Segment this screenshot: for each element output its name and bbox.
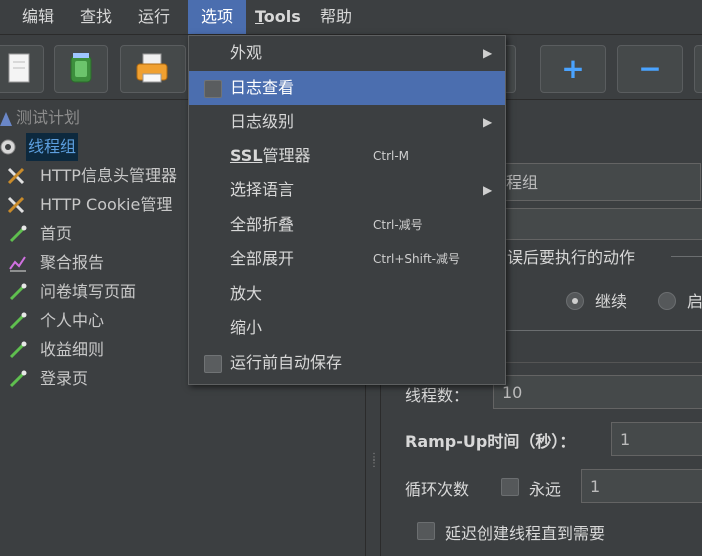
menu-item-choose-language[interactable]: 选择语言 ▶ [189, 173, 505, 207]
menu-item-expand-all[interactable]: 全部展开 Ctrl+Shift-减号 [189, 242, 505, 276]
rampup-value: 1 [620, 430, 631, 449]
expand-all-button[interactable]: + [540, 45, 606, 93]
delay-thread-creation-checkbox[interactable] [417, 522, 435, 540]
submenu-arrow-icon: ▶ [483, 46, 493, 60]
tree-item-label: HTTP Cookie管理 [40, 195, 173, 214]
tree-item-label: 线程组 [26, 133, 79, 161]
continue-radio[interactable] [566, 292, 584, 310]
menu-run[interactable]: 运行 [138, 0, 170, 34]
error-action-label: 误后要执行的动作 [507, 248, 636, 267]
tree-item-label: 首页 [40, 224, 73, 243]
submenu-arrow-icon: ▶ [483, 115, 493, 129]
toolbar-button-partial-right[interactable] [694, 45, 702, 93]
tree-item-label: 测试计划 [16, 108, 81, 127]
menu-search[interactable]: 查找 [80, 0, 112, 34]
menu-edit[interactable]: 编辑 [22, 0, 54, 34]
menu-item-mnemonic: SSL [230, 146, 263, 165]
divider [503, 330, 702, 331]
menu-tools[interactable]: Tools [255, 0, 301, 34]
tree-item-label: 个人中心 [40, 311, 105, 330]
printer-icon [136, 53, 168, 83]
templates-button[interactable] [54, 45, 108, 93]
wrench-icon [7, 167, 25, 185]
tree-item-label: 问卷填写页面 [40, 282, 137, 301]
menu-item-label: 全部折叠 [230, 215, 295, 234]
collapse-all-button[interactable]: − [617, 45, 683, 93]
menu-item-look-and-feel[interactable]: 外观 ▶ [189, 36, 505, 70]
minus-icon: − [638, 52, 662, 85]
menu-item-label: 放大 [230, 284, 263, 303]
tree-item-label: 收益细则 [40, 340, 105, 359]
checkbox-icon[interactable] [204, 355, 222, 373]
start-next-label: 启 [687, 292, 702, 311]
menu-tools-rest: ools [263, 7, 301, 26]
loop-count-label: 循环次数 [405, 480, 470, 499]
menu-item-log-viewer[interactable]: 日志查看 [189, 71, 505, 105]
rampup-label: Ramp-Up时间（秒）： [405, 432, 576, 451]
menu-item-label-rest: 管理器 [262, 146, 311, 165]
menu-item-ssl-manager[interactable]: SSL管理器 Ctrl-M [189, 139, 505, 173]
menu-item-shortcut: Ctrl-减号 [373, 218, 423, 232]
menu-item-label: 运行前自动保存 [230, 353, 343, 372]
chart-icon [9, 256, 26, 272]
menu-options[interactable]: 选项 [188, 0, 246, 34]
menu-item-shortcut: Ctrl+Shift-减号 [373, 252, 461, 266]
loop-count-input[interactable]: 1 [581, 469, 702, 503]
rampup-input[interactable]: 1 [611, 422, 702, 456]
plus-icon: + [561, 52, 585, 85]
name-field[interactable]: 程组 [501, 163, 701, 201]
menu-item-label: 选择语言 [230, 180, 295, 199]
menu-item-zoom-in[interactable]: 放大 [189, 277, 505, 311]
menu-item-label: 日志查看 [230, 78, 295, 97]
document-icon [8, 53, 30, 83]
name-field-value: 程组 [506, 173, 539, 192]
menu-item-label: 外观 [230, 43, 263, 62]
menu-item-collapse-all[interactable]: 全部折叠 Ctrl-减号 [189, 208, 505, 242]
pipette-icon [9, 225, 27, 243]
menu-item-auto-save[interactable]: 运行前自动保存 [189, 346, 505, 380]
pipette-icon [9, 341, 27, 359]
menu-item-shortcut: Ctrl-M [373, 149, 410, 163]
menu-item-label: 日志级别 [230, 112, 295, 131]
menu-item-zoom-out[interactable]: 缩小 [189, 311, 505, 345]
threads-label: 线程数： [405, 386, 470, 405]
loop-count-value: 1 [590, 477, 601, 496]
divider [671, 256, 702, 257]
menu-item-label: SSL管理器 [230, 139, 311, 173]
new-button[interactable] [0, 45, 44, 93]
menu-item-label: 缩小 [230, 318, 263, 337]
comment-field[interactable] [501, 208, 702, 240]
forever-checkbox[interactable] [501, 478, 519, 496]
pipette-icon [9, 283, 27, 301]
forever-label: 永远 [529, 480, 562, 499]
jar-icon [70, 53, 92, 83]
menu-item-log-level[interactable]: 日志级别 ▶ [189, 105, 505, 139]
menu-file-fragment[interactable] [0, 0, 8, 34]
checkbox-icon[interactable] [204, 80, 222, 98]
tree-item-label: 聚合报告 [40, 253, 105, 272]
pipette-icon [9, 312, 27, 330]
menu-item-label: 全部展开 [230, 249, 295, 268]
wrench-icon [7, 196, 25, 214]
submenu-arrow-icon: ▶ [483, 183, 493, 197]
continue-label: 继续 [595, 292, 628, 311]
splitter-grip-icon[interactable]: ⋮ ⋮ [369, 453, 379, 475]
menu-help[interactable]: 帮助 [320, 0, 352, 34]
threads-input[interactable]: 10 [493, 375, 702, 409]
gear-icon [0, 139, 16, 155]
start-next-radio[interactable] [658, 292, 676, 310]
tree-item-label: 登录页 [40, 369, 89, 388]
test-plan-icon [0, 112, 12, 126]
pipette-icon [9, 370, 27, 388]
open-button[interactable] [120, 45, 186, 93]
menu-tools-mnemonic: T [255, 7, 264, 26]
divider [503, 362, 702, 363]
options-dropdown-menu: 外观 ▶ 日志查看 日志级别 ▶ SSL管理器 Ctrl-M 选择语言 ▶ 全部… [188, 35, 506, 385]
menubar: 编辑 查找 运行 选项 Tools 帮助 [0, 0, 702, 35]
threads-value: 10 [502, 383, 523, 402]
tree-item-label: HTTP信息头管理器 [40, 166, 177, 185]
delay-thread-creation-label: 延迟创建线程直到需要 [445, 524, 606, 543]
